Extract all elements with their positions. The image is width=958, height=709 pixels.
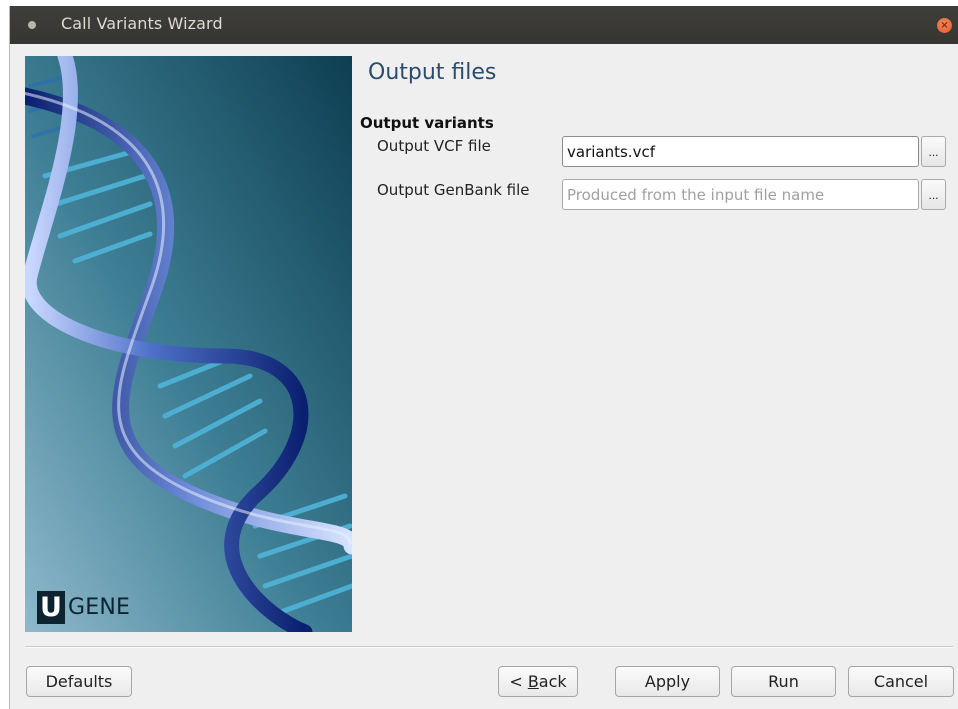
run-button[interactable]: Run xyxy=(731,666,836,697)
logo-text: GENE xyxy=(68,595,131,620)
wizard-window: Call Variants Wizard × U GENE Output fil… xyxy=(9,6,958,709)
output-genbank-label: Output GenBank file xyxy=(377,181,530,199)
output-vcf-input[interactable] xyxy=(562,136,919,167)
logo-letter: U xyxy=(37,591,65,624)
defaults-button[interactable]: Defaults xyxy=(26,666,132,697)
back-mnemonic: B xyxy=(527,672,539,691)
back-rest: ack xyxy=(538,672,567,691)
apply-button[interactable]: Apply xyxy=(615,666,720,697)
group-title-output-variants: Output variants xyxy=(360,114,494,132)
cancel-button[interactable]: Cancel xyxy=(848,666,954,697)
dna-banner-image: U GENE xyxy=(25,56,352,632)
close-icon[interactable]: × xyxy=(937,18,952,33)
window-menu-dot-icon[interactable] xyxy=(28,21,36,29)
footer-separator xyxy=(25,646,953,648)
ugene-logo: U GENE xyxy=(37,591,130,624)
output-vcf-label: Output VCF file xyxy=(377,137,491,155)
window-title: Call Variants Wizard xyxy=(61,14,223,33)
browse-genbank-button[interactable]: ... xyxy=(921,179,946,210)
output-genbank-input[interactable] xyxy=(562,179,919,210)
back-button[interactable]: < Back xyxy=(498,666,578,697)
back-prefix: < xyxy=(509,672,528,691)
browse-vcf-button[interactable]: ... xyxy=(921,136,946,167)
page-title: Output files xyxy=(368,60,497,85)
title-bar[interactable]: Call Variants Wizard × xyxy=(10,6,958,44)
